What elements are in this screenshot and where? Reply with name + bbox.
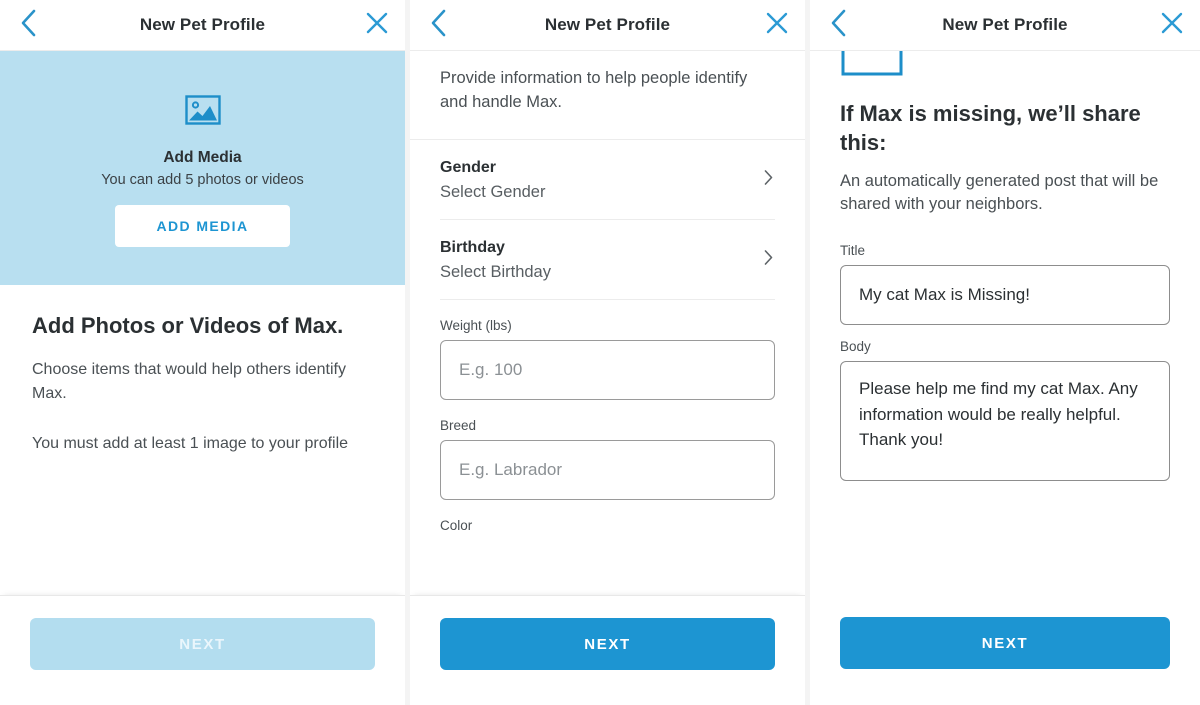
- screen1-paragraph-2: You must add at least 1 image to your pr…: [32, 435, 349, 453]
- page-title: New Pet Profile: [942, 15, 1068, 34]
- row-gender-value: Select Gender: [440, 182, 546, 201]
- back-button[interactable]: [812, 0, 864, 50]
- back-button[interactable]: [2, 0, 54, 50]
- clipped-icon-area: [810, 51, 1200, 77]
- field-color-label: Color: [440, 517, 473, 533]
- screen2-footer: NEXT: [410, 595, 805, 705]
- next-button[interactable]: NEXT: [30, 618, 375, 670]
- screen3-scroll-area[interactable]: If Max is missing, we’ll share this: An …: [810, 51, 1200, 595]
- next-button[interactable]: NEXT: [840, 617, 1170, 669]
- back-button[interactable]: [412, 0, 464, 50]
- screen3-heading: If Max is missing, we’ll share this:: [840, 101, 1141, 156]
- screen2-intro-text: Provide information to help people ident…: [410, 51, 805, 140]
- close-button[interactable]: [351, 0, 403, 50]
- header-bar-1: New Pet Profile: [0, 0, 405, 50]
- header-bar-3: New Pet Profile: [810, 0, 1200, 50]
- screen3-paragraph: An automatically generated post that wil…: [840, 171, 1159, 214]
- field-post-body: Body: [840, 339, 1170, 486]
- screen2-scroll-area[interactable]: Provide information to help people ident…: [410, 51, 805, 595]
- post-body-textarea[interactable]: [840, 361, 1170, 482]
- close-button[interactable]: [1146, 0, 1198, 50]
- screen1-text-block: Add Photos or Videos of Max. Choose item…: [0, 285, 405, 456]
- screen1-heading: Add Photos or Videos of Max.: [32, 313, 344, 338]
- row-gender-label: Gender: [440, 158, 497, 176]
- screens-row: New Pet Profile Add Media You can add 5 …: [0, 0, 1200, 705]
- chevron-left-icon: [18, 8, 38, 43]
- screen1-scroll-area: Add Media You can add 5 photos or videos…: [0, 51, 405, 595]
- chevron-left-icon: [428, 8, 448, 43]
- screen1-footer: NEXT: [0, 595, 405, 705]
- post-title-input[interactable]: [840, 265, 1170, 326]
- screen-pet-details: New Pet Profile Provide information to h…: [410, 0, 805, 705]
- field-post-title-label: Title: [840, 243, 866, 259]
- add-media-title: Add Media: [163, 148, 242, 166]
- field-breed-label: Breed: [440, 417, 477, 433]
- screen3-footer: NEXT: [810, 595, 1200, 705]
- breed-input[interactable]: [440, 439, 775, 500]
- page-title: New Pet Profile: [139, 15, 266, 34]
- close-x-icon: [364, 10, 390, 41]
- add-media-subtitle: You can add 5 photos or videos: [101, 171, 304, 188]
- field-weight: Weight (lbs): [440, 318, 775, 400]
- row-birthday-label: Birthday: [440, 238, 505, 256]
- screen-missing-post: New Pet Profile If Max is missing, we’ll…: [810, 0, 1200, 705]
- close-button[interactable]: [751, 0, 803, 50]
- screen1-paragraph-1: Choose items that would help others iden…: [32, 361, 346, 403]
- chevron-right-icon: [764, 170, 773, 188]
- next-button[interactable]: NEXT: [440, 618, 775, 670]
- field-weight-label: Weight (lbs): [440, 317, 512, 333]
- field-post-title: Title: [840, 243, 1170, 326]
- page-title: New Pet Profile: [544, 15, 671, 34]
- field-breed: Breed: [440, 418, 775, 500]
- weight-input[interactable]: [440, 339, 775, 400]
- screen-add-media: New Pet Profile Add Media You can add 5 …: [0, 0, 405, 705]
- row-birthday[interactable]: Birthday Select Birthday: [440, 220, 775, 300]
- close-x-icon: [1159, 10, 1185, 41]
- row-gender[interactable]: Gender Select Gender: [440, 140, 775, 220]
- add-media-button[interactable]: ADD MEDIA: [114, 204, 291, 247]
- chevron-left-icon: [828, 8, 848, 43]
- add-media-dropzone[interactable]: Add Media You can add 5 photos or videos…: [0, 51, 405, 285]
- header-bar-2: New Pet Profile: [410, 0, 805, 50]
- field-post-body-label: Body: [840, 339, 871, 355]
- chevron-right-icon: [764, 250, 773, 268]
- image-placeholder-icon: [183, 90, 223, 135]
- square-outline-icon: [840, 51, 904, 81]
- row-birthday-value: Select Birthday: [440, 262, 551, 281]
- close-x-icon: [764, 10, 790, 41]
